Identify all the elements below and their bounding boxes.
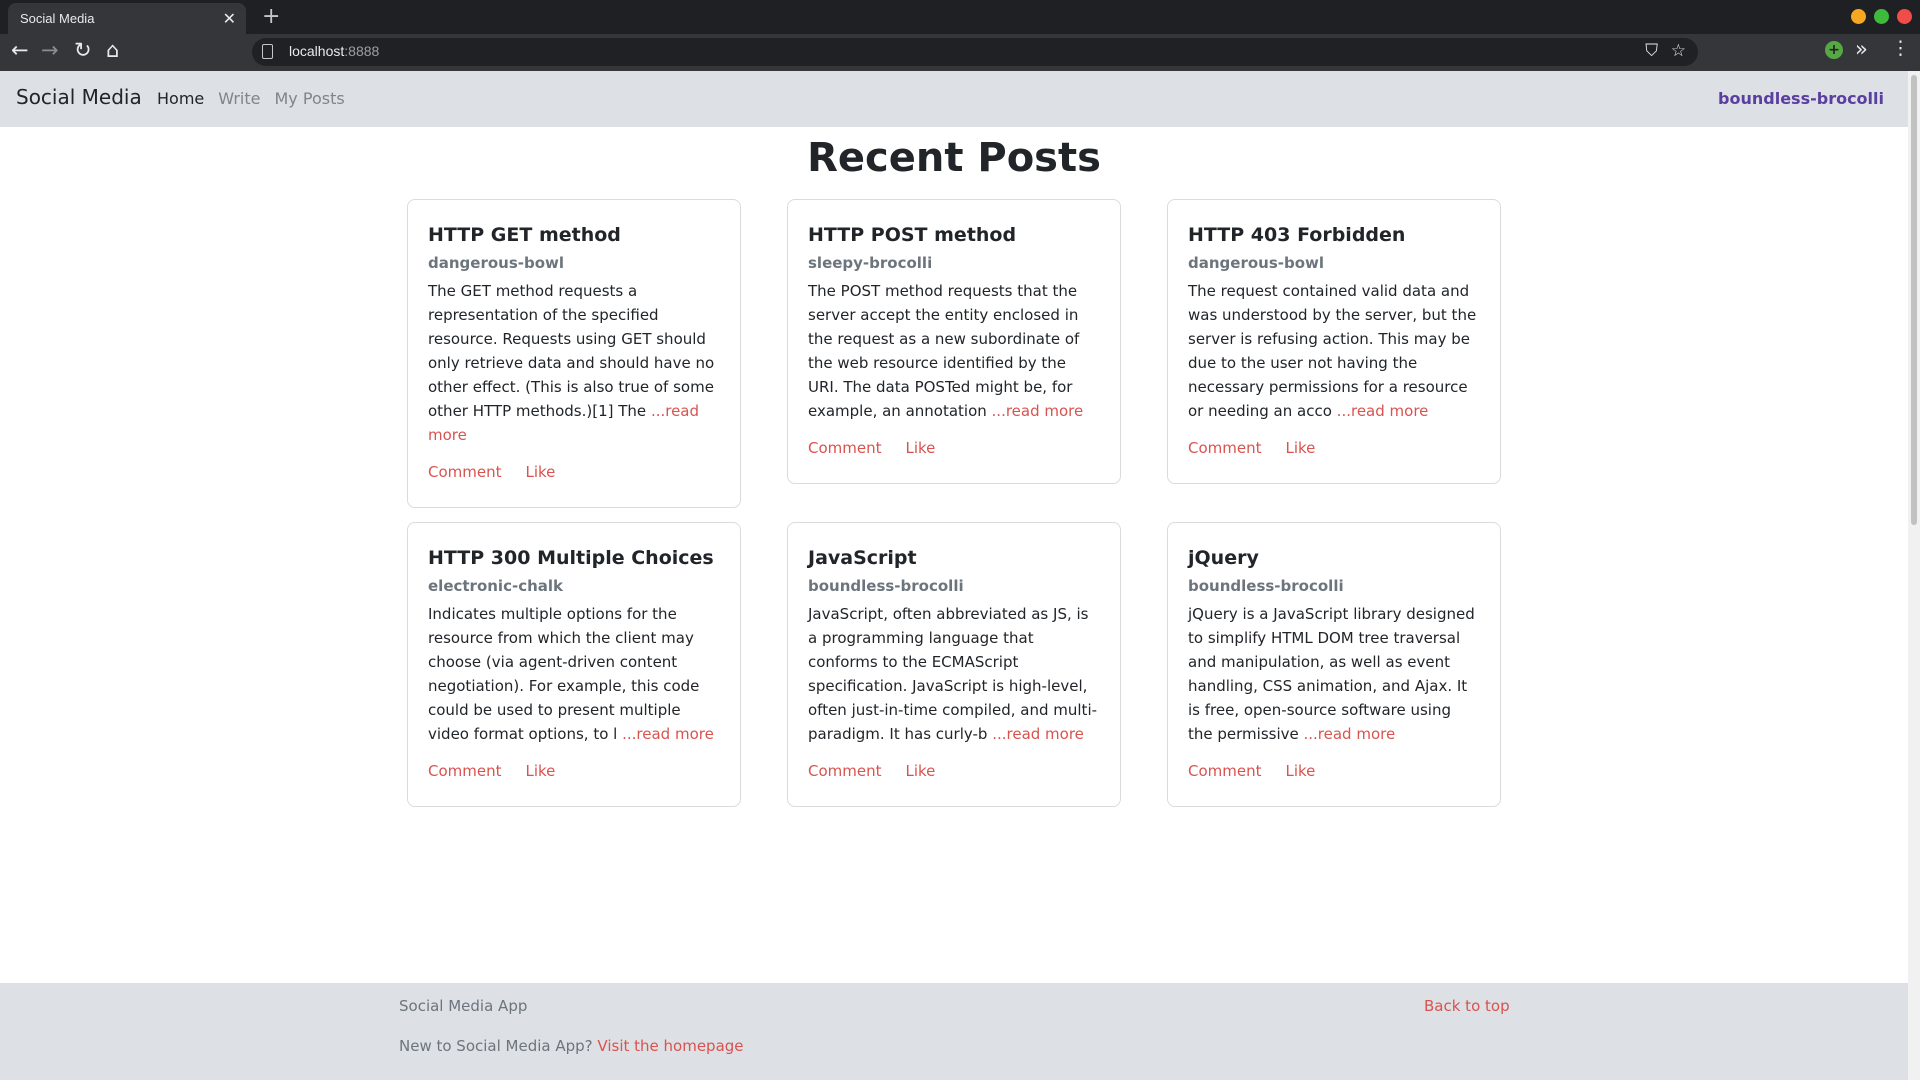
post-excerpt: JavaScript, often abbreviated as JS, is … — [808, 602, 1100, 746]
post-card: jQuery boundless-brocolli jQuery is a Ja… — [1167, 522, 1501, 807]
extensions-overflow-icon[interactable]: » — [1855, 37, 1868, 61]
tab-title: Social Media — [20, 11, 95, 26]
address-bar[interactable]: localhost:8888 ⛉ ☆ — [252, 38, 1698, 66]
back-to-top-link[interactable]: Back to top — [1424, 997, 1510, 1015]
brand-link[interactable]: Social Media — [16, 85, 142, 109]
reload-icon[interactable]: ↻ — [74, 38, 92, 62]
post-actions: Comment Like — [808, 439, 1100, 483]
like-button[interactable]: Like — [1286, 439, 1316, 483]
browser-tab[interactable]: Social Media ✕ — [8, 3, 246, 34]
post-author: electronic-chalk — [428, 577, 563, 595]
footer-app-name: Social Media App — [399, 997, 528, 1015]
new-tab-icon[interactable]: + — [262, 4, 280, 29]
window-controls — [1851, 9, 1912, 24]
post-card: HTTP GET method dangerous-bowl The GET m… — [407, 199, 741, 508]
post-title: HTTP POST method — [808, 224, 1017, 246]
like-button[interactable]: Like — [526, 463, 556, 507]
forward-icon[interactable]: → — [41, 38, 59, 62]
post-excerpt-text: jQuery is a JavaScript library designed … — [1188, 605, 1475, 743]
post-actions: Comment Like — [808, 762, 1100, 806]
extension-icon[interactable]: + — [1825, 41, 1843, 59]
post-card: HTTP POST method sleepy-brocolli The POS… — [787, 199, 1121, 484]
post-actions: Comment Like — [1188, 439, 1480, 483]
comment-button[interactable]: Comment — [428, 463, 502, 507]
like-button[interactable]: Like — [906, 762, 936, 806]
like-button[interactable]: Like — [526, 762, 556, 806]
post-title: HTTP GET method — [428, 224, 621, 246]
visit-homepage-link[interactable]: Visit the homepage — [597, 1037, 743, 1055]
nav-link-my-posts[interactable]: My Posts — [275, 89, 345, 108]
read-more-link[interactable]: ...read more — [992, 402, 1084, 420]
post-title: jQuery — [1188, 547, 1259, 569]
address-url[interactable]: localhost:8888 — [289, 43, 379, 59]
comment-button[interactable]: Comment — [808, 439, 882, 483]
close-window-button[interactable] — [1897, 9, 1912, 24]
page-info-icon[interactable] — [262, 44, 273, 59]
bookmark-star-icon[interactable]: ☆ — [1671, 41, 1686, 61]
post-excerpt-text: Indicates multiple options for the resou… — [428, 605, 700, 743]
post-title: JavaScript — [808, 547, 917, 569]
post-actions: Comment Like — [428, 463, 720, 507]
post-actions: Comment Like — [428, 762, 720, 806]
app-navbar: Social Media Home Write My Posts boundle… — [0, 71, 1908, 127]
page-title: Recent Posts — [807, 135, 1101, 181]
post-author: boundless-brocolli — [1188, 577, 1344, 595]
post-excerpt-text: The POST method requests that the server… — [808, 282, 1080, 420]
close-tab-icon[interactable]: ✕ — [223, 9, 236, 28]
post-author: sleepy-brocolli — [808, 254, 933, 272]
browser-toolbar: ← → ↻ ⌂ localhost:8888 ⛉ ☆ + » ⋮ — [0, 34, 1920, 71]
footer-homepage-line: New to Social Media App? Visit the homep… — [399, 1037, 744, 1055]
comment-button[interactable]: Comment — [1188, 439, 1262, 483]
nav-links: Home Write My Posts — [157, 89, 345, 108]
post-excerpt-text: JavaScript, often abbreviated as JS, is … — [808, 605, 1098, 743]
post-title: HTTP 403 Forbidden — [1188, 224, 1406, 246]
read-more-link[interactable]: ...read more — [622, 725, 714, 743]
comment-button[interactable]: Comment — [428, 762, 502, 806]
maximize-button[interactable] — [1874, 9, 1889, 24]
post-author: boundless-brocolli — [808, 577, 964, 595]
nav-link-home[interactable]: Home — [157, 89, 204, 108]
post-excerpt: jQuery is a JavaScript library designed … — [1188, 602, 1480, 746]
post-excerpt: The request contained valid data and was… — [1188, 279, 1480, 423]
nav-link-write[interactable]: Write — [218, 89, 260, 108]
page-scrollbar[interactable] — [1908, 71, 1920, 1080]
post-excerpt: The GET method requests a representation… — [428, 279, 720, 447]
post-excerpt-text: The GET method requests a representation… — [428, 282, 715, 420]
comment-button[interactable]: Comment — [808, 762, 882, 806]
url-host: localhost — [289, 43, 345, 59]
scrollbar-thumb[interactable] — [1911, 75, 1917, 525]
user-profile-link[interactable]: boundless-brocolli — [1718, 89, 1884, 108]
minimize-button[interactable] — [1851, 9, 1866, 24]
post-title: HTTP 300 Multiple Choices — [428, 547, 714, 569]
menu-icon[interactable]: ⋮ — [1891, 37, 1910, 59]
read-more-link[interactable]: ...read more — [1304, 725, 1396, 743]
pocket-icon[interactable]: ⛉ — [1645, 41, 1658, 61]
post-author: dangerous-bowl — [1188, 254, 1325, 272]
page-viewport: Social Media Home Write My Posts boundle… — [0, 71, 1920, 1080]
comment-button[interactable]: Comment — [1188, 762, 1262, 806]
home-icon[interactable]: ⌂ — [106, 38, 119, 62]
browser-tab-strip: Social Media ✕ + — [0, 0, 1920, 34]
back-icon[interactable]: ← — [11, 38, 29, 62]
page-footer: Social Media App Back to top New to Soci… — [0, 983, 1908, 1080]
post-actions: Comment Like — [1188, 762, 1480, 806]
like-button[interactable]: Like — [1286, 762, 1316, 806]
read-more-link[interactable]: ...read more — [1337, 402, 1429, 420]
post-excerpt: The POST method requests that the server… — [808, 279, 1100, 423]
post-excerpt-text: The request contained valid data and was… — [1188, 282, 1477, 420]
footer-new-text: New to Social Media App? — [399, 1037, 598, 1055]
post-card: JavaScript boundless-brocolli JavaScript… — [787, 522, 1121, 807]
like-button[interactable]: Like — [906, 439, 936, 483]
post-excerpt: Indicates multiple options for the resou… — [428, 602, 720, 746]
post-author: dangerous-bowl — [428, 254, 565, 272]
read-more-link[interactable]: ...read more — [992, 725, 1084, 743]
post-card: HTTP 300 Multiple Choices electronic-cha… — [407, 522, 741, 807]
post-card: HTTP 403 Forbidden dangerous-bowl The re… — [1167, 199, 1501, 484]
url-port: :8888 — [344, 43, 380, 59]
